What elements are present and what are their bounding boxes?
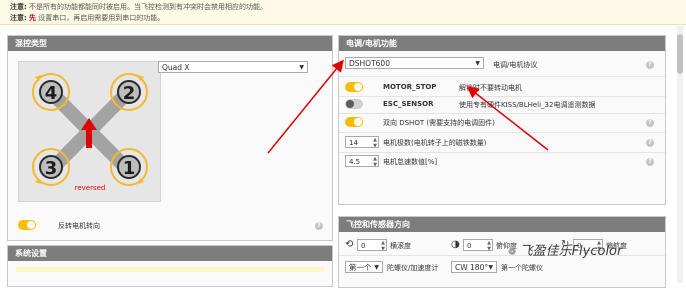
watermark-text: 飞盈佳乐Flycolor bbox=[519, 244, 623, 259]
wechat-icon: ❁ bbox=[508, 247, 520, 258]
annotation-arrow bbox=[267, 59, 344, 154]
annotation-arrow bbox=[466, 86, 549, 151]
watermark: ❁ 飞盈佳乐Flycolor bbox=[508, 240, 622, 259]
